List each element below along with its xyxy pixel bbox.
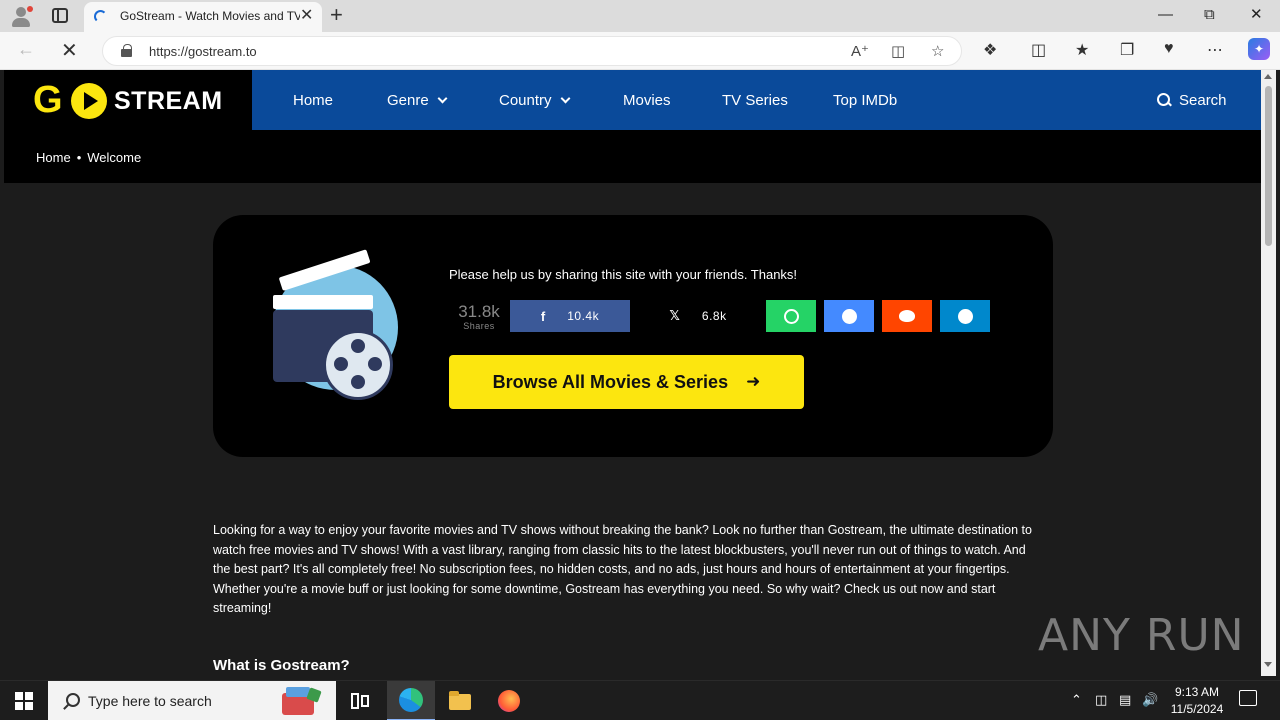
more-menu-icon[interactable]: ⋯ [1207,40,1223,60]
scroll-down-icon[interactable] [1264,662,1272,667]
share-total-count: 31.8k [458,302,500,321]
split-screen-icon[interactable]: ◫ [1031,40,1046,60]
windows-start-icon[interactable] [15,692,33,710]
breadcrumb-separator: • [76,150,82,165]
scroll-up-icon[interactable] [1264,74,1272,79]
restore-icon[interactable]: ⧉ [1204,4,1215,26]
loading-spinner-icon [94,10,107,23]
reddit-icon [899,310,915,322]
profile-icon[interactable] [10,6,33,28]
favorite-star-icon[interactable]: ☆ [931,42,944,60]
nav-movies[interactable]: Movies [623,92,671,109]
network-icon[interactable]: ▤ [1119,692,1131,708]
page-scrollbar[interactable] [1261,70,1276,676]
windows-taskbar: Type here to search ⌃ ◫ ▤ 🔊 9:13 AM 11/5… [0,680,1280,720]
breadcrumb-home[interactable]: Home [36,150,71,165]
firefox-icon[interactable] [497,689,521,713]
chevron-down-icon [560,93,570,104]
defender-icon[interactable]: ◫ [1095,692,1107,708]
search-highlight-icon [278,685,326,717]
back-arrow-icon[interactable]: ← [17,39,35,60]
copilot-icon[interactable]: ✦ [1248,38,1270,60]
nav-top-imdb[interactable]: Top IMDb [833,92,897,109]
collections-icon[interactable]: ❐ [1120,40,1134,60]
breadcrumb-current: Welcome [87,150,142,165]
extensions-icon[interactable]: ❖ [983,40,997,60]
messenger-icon [841,308,857,324]
whatsapp-icon [783,308,799,324]
x-icon: 𝕏 [669,308,680,323]
section-heading: What is Gostream? [213,657,350,674]
browser-essentials-icon[interactable]: ♥ [1164,40,1174,58]
breadcrumb: Home • Welcome [4,130,1261,183]
new-tab-button[interactable]: + [330,3,343,27]
search-icon [63,693,80,709]
logo-word: STREAM [114,87,223,115]
intro-paragraph: Looking for a way to enjoy your favorite… [213,523,1032,615]
nav-genre[interactable]: Genre [387,92,448,109]
browser-tab-active[interactable]: GoStream - Watch Movies and TV ✕ [84,2,322,32]
taskbar-edge-button[interactable] [387,681,435,720]
top-navigation: Home Genre Country Movies TV Series Top … [252,70,1261,130]
immersive-reader-icon[interactable]: ◫ [891,42,905,60]
tab-actions-icon[interactable] [52,8,68,23]
share-total-label: Shares [463,321,495,331]
minimize-icon[interactable]: — [1158,4,1173,26]
nav-home[interactable]: Home [293,92,333,109]
telegram-share-button[interactable] [940,300,990,332]
read-aloud-icon[interactable]: A⁺ [851,42,869,60]
watermark: ANY RUN [1038,610,1245,661]
share-message: Please help us by sharing this site with… [449,267,798,282]
url-text[interactable]: https://gostream.to [149,44,257,59]
volume-icon[interactable]: 🔊 [1142,692,1158,708]
clock-date: 11/5/2024 [1170,702,1224,716]
notifications-icon[interactable] [1239,690,1257,706]
browse-all-button[interactable]: Browse All Movies & Series ➜ [449,355,804,409]
facebook-icon: f [540,308,546,324]
facebook-share-count: 10.4k [567,309,600,323]
nav-tv-series[interactable]: TV Series [722,92,788,109]
clock-time: 9:13 AM [1174,685,1220,699]
taskbar-clock[interactable]: 9:13 AM 11/5/2024 [1162,684,1232,718]
search-button[interactable]: Search [1157,91,1227,109]
whatsapp-share-button[interactable] [766,300,816,332]
logo-letter: G [33,79,63,121]
x-share-count: 6.8k [701,309,727,323]
taskbar-search-box[interactable]: Type here to search [48,681,336,720]
tab-close-icon[interactable]: ✕ [300,7,313,25]
search-icon [1157,93,1171,107]
telegram-icon [957,308,973,324]
stop-loading-icon[interactable]: ✕ [61,38,78,63]
clapperboard-illustration [263,249,403,400]
share-total: 31.8k Shares [455,302,503,332]
nav-country[interactable]: Country [499,92,570,109]
lock-icon[interactable] [121,44,132,57]
facebook-share-button[interactable]: f 10.4k [510,300,630,332]
chevron-down-icon [437,93,448,104]
task-view-icon[interactable] [349,691,373,715]
edge-icon [399,688,423,712]
window-close-icon[interactable]: ✕ [1250,4,1263,26]
site-logo[interactable]: G STREAM [4,70,252,130]
share-card: Please help us by sharing this site with… [213,215,1053,457]
file-explorer-icon[interactable] [448,689,472,713]
taskbar-search-placeholder: Type here to search [88,693,212,709]
tab-title: GoStream - Watch Movies and TV [120,9,300,23]
show-hidden-icons-chevron[interactable]: ⌃ [1071,692,1082,708]
web-page: G STREAM Home Genre Country Movies TV Se… [4,70,1261,676]
address-bar[interactable]: https://gostream.to A⁺ ◫ ☆ [102,36,962,66]
scroll-thumb[interactable] [1265,86,1272,246]
messenger-share-button[interactable] [824,300,874,332]
arrow-right-icon: ➜ [746,372,761,391]
x-share-button[interactable]: 𝕏 6.8k [638,300,758,332]
favorites-icon[interactable]: ★ [1075,40,1089,60]
logo-play-icon [71,83,107,119]
browser-tab-bar: GoStream - Watch Movies and TV ✕ + — ⧉ ✕ [0,0,1280,32]
reddit-share-button[interactable] [882,300,932,332]
